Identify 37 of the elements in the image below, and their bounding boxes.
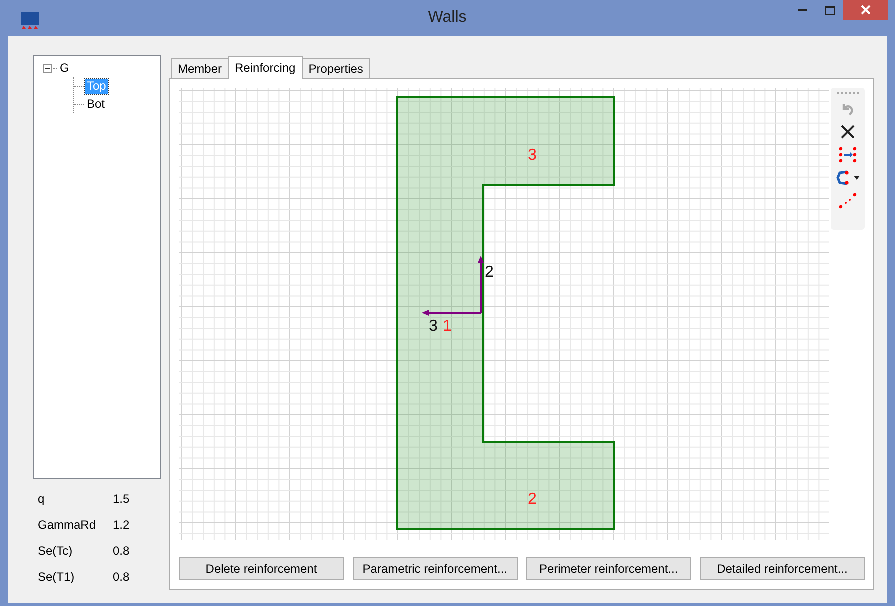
dotted-line-icon[interactable] [839, 193, 857, 209]
maximize-icon [824, 6, 834, 14]
tab[interactable]: Member [171, 58, 230, 78]
parameter-label: Se(Tc) [37, 543, 74, 560]
action-button[interactable]: Detailed reinforcement... [700, 557, 865, 580]
dropdown-caret-icon[interactable] [854, 176, 860, 180]
action-button[interactable]: Delete reinforcement [179, 557, 344, 580]
parameter-value: 0.8 [113, 543, 130, 560]
window-title: Walls [428, 8, 467, 28]
minimize-icon [798, 8, 807, 12]
axis-arrows [422, 256, 484, 316]
parameter-label: Se(T1) [37, 569, 76, 586]
close-button[interactable] [843, 0, 888, 20]
drawing-canvas[interactable]: 3 2 1 2 3 [179, 88, 829, 540]
action-button[interactable]: Parametric reinforcement... [352, 557, 518, 580]
segment-label: 1 [443, 318, 452, 335]
parameter-value: 1.5 [113, 491, 130, 508]
segment-label: 3 [528, 147, 537, 164]
axis-label: 3 [429, 318, 438, 335]
app-icon [21, 12, 39, 30]
action-button[interactable]: Perimeter reinforcement... [526, 557, 692, 580]
parameter-label: q [37, 491, 46, 508]
tree-item[interactable]: G [58, 60, 72, 76]
axis-label: 2 [485, 264, 494, 281]
close-icon [860, 5, 870, 15]
collapse-toggle[interactable] [43, 64, 52, 72]
shape-icon[interactable] [836, 170, 850, 186]
tab[interactable]: Reinforcing [228, 56, 303, 79]
close-icon[interactable] [840, 124, 856, 140]
tab[interactable]: Properties [302, 58, 370, 78]
parameter-label: GammaRd [37, 517, 98, 534]
tree-item[interactable]: Bot [85, 96, 108, 112]
dots-arrow-icon[interactable] [839, 147, 857, 163]
segment-label: 2 [528, 491, 537, 508]
wall-section[interactable] [396, 96, 615, 530]
parameter-value: 0.8 [113, 569, 130, 586]
parameter-value: 1.2 [113, 517, 130, 534]
